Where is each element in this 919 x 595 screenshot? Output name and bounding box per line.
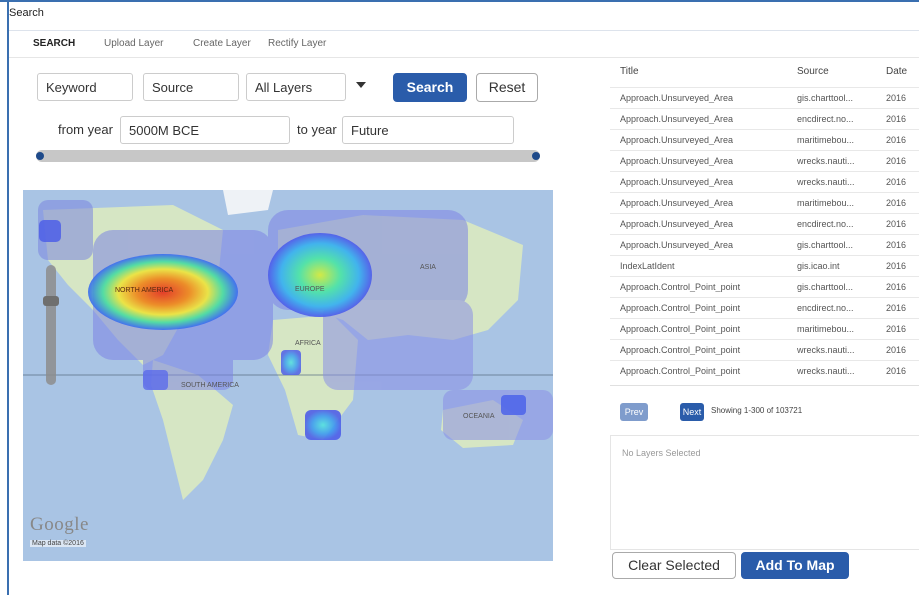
table-row[interactable]: IndexLatIdent gis.icao.int 2016	[610, 255, 919, 277]
map-label-africa: Africa	[295, 340, 321, 347]
table-row[interactable]: Approach.Control_Point_point gis.charttoo…	[610, 276, 919, 298]
keyword-input[interactable]: Keyword	[37, 73, 133, 101]
tab-create-layer[interactable]: Create Layer	[193, 38, 251, 49]
source-input[interactable]: Source	[143, 73, 239, 101]
table-row[interactable]: Approach.Control_Point_point wrecks.nauti…	[610, 339, 919, 361]
world-map	[23, 190, 553, 500]
prev-page-button[interactable]: Prev	[620, 403, 648, 421]
table-row[interactable]: Approach.Unsurveyed_Area encdirect.no... 2…	[610, 213, 919, 235]
table-row[interactable]: Approach.Unsurveyed_Area wrecks.nauti... 2…	[610, 150, 919, 172]
map-zoom-slider[interactable]	[46, 265, 56, 385]
column-header-title[interactable]: Title	[620, 66, 639, 77]
tab-upload-layer[interactable]: Upload Layer	[104, 38, 163, 49]
map-label-oceania: Oceania	[463, 413, 495, 420]
table-row[interactable]: Approach.Control_Point_point maritimebou.…	[610, 318, 919, 340]
google-logo: Google	[30, 514, 89, 535]
table-row[interactable]: Approach.Unsurveyed_Area maritimebou... 20…	[610, 129, 919, 151]
table-row[interactable]: Approach.Unsurveyed_Area gis.charttool...…	[610, 234, 919, 256]
year-range-slider[interactable]	[36, 150, 540, 162]
next-page-button[interactable]: Next	[680, 403, 704, 421]
search-button[interactable]: Search	[393, 73, 467, 102]
layer-select[interactable]: All Layers	[246, 73, 346, 101]
chevron-down-icon[interactable]	[356, 82, 366, 90]
window-title: Search	[9, 7, 44, 19]
table-row[interactable]: Approach.Unsurveyed_Area maritimebou... 20…	[610, 192, 919, 214]
slider-start-handle[interactable]	[36, 152, 44, 160]
map-label-europe: Europe	[295, 286, 325, 293]
reset-button[interactable]: Reset	[476, 73, 538, 102]
map-attribution: Map data ©2016	[30, 540, 86, 547]
to-year-label: to year	[297, 122, 337, 137]
clear-selected-button[interactable]: Clear Selected	[612, 552, 736, 579]
results-count: Showing 1-300 of 103721	[711, 406, 803, 415]
column-header-source[interactable]: Source	[797, 66, 829, 77]
table-row[interactable]: Approach.Control_Point_point encdirect.no…	[610, 297, 919, 319]
from-year-input[interactable]: 5000M BCE	[120, 116, 290, 144]
table-row[interactable]: Approach.Control_Point_point wrecks.nauti…	[610, 360, 919, 382]
results-table[interactable]: Approach.Unsurveyed_Area gis.charttool...…	[610, 87, 919, 387]
tab-rectify-layer[interactable]: Rectify Layer	[268, 38, 326, 49]
map-zoom-handle[interactable]	[43, 296, 59, 306]
to-year-input[interactable]: Future	[342, 116, 514, 144]
map-view[interactable]: North America Europe Asia Africa South A…	[23, 190, 553, 561]
table-row[interactable]: Approach.Unsurveyed_Area gis.charttool...…	[610, 87, 919, 109]
no-layers-selected-text: No Layers Selected	[622, 448, 701, 458]
column-header-date[interactable]: Date	[886, 66, 907, 77]
map-label-north-america: North America	[115, 287, 174, 294]
map-label-south-america: South America	[181, 382, 239, 389]
add-to-map-button[interactable]: Add To Map	[741, 552, 849, 579]
table-divider	[610, 385, 919, 386]
slider-end-handle[interactable]	[532, 152, 540, 160]
map-label-asia: Asia	[420, 264, 436, 271]
tab-search[interactable]: SEARCH	[33, 38, 75, 49]
table-row[interactable]: Approach.Unsurveyed_Area wrecks.nauti... 2…	[610, 171, 919, 193]
from-year-label: from year	[58, 122, 113, 137]
table-row[interactable]: Approach.Unsurveyed_Area encdirect.no... 2…	[610, 108, 919, 130]
